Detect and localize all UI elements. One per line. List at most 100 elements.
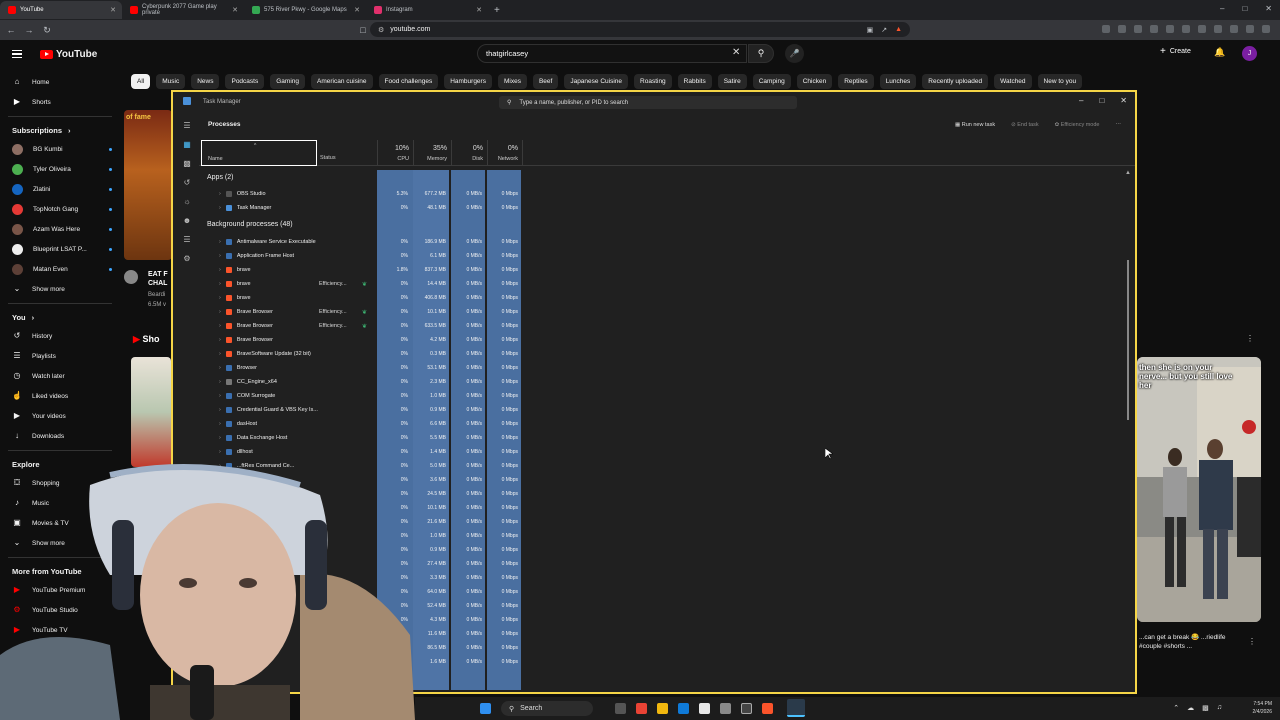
extension-icon[interactable] bbox=[1214, 25, 1222, 33]
extension-icon[interactable] bbox=[1118, 25, 1126, 33]
sidebar-item-watch-later[interactable]: ◷ Watch later bbox=[0, 366, 120, 386]
app-history-icon[interactable]: ↺ bbox=[182, 178, 192, 188]
minimize-icon[interactable]: – bbox=[1220, 4, 1224, 13]
filter-chip[interactable]: News bbox=[191, 74, 220, 89]
background-process-row[interactable]: › Application Frame Host 0% 6.1 MB 0 MB/s 0 M… bbox=[199, 250, 529, 264]
filter-chip[interactable]: All bbox=[131, 74, 151, 89]
sidebar-item-subscription[interactable]: Blueprint LSAT P... bbox=[0, 239, 120, 259]
short-video-thumbnail[interactable]: then she is on your nerve... but you sti… bbox=[1137, 357, 1261, 622]
store-icon[interactable] bbox=[699, 703, 710, 714]
process-search-input[interactable]: ⚲ Type a name, publisher, or PID to sear… bbox=[499, 96, 797, 109]
sidebar-item-shorts[interactable]: ▶ Shorts bbox=[0, 92, 120, 112]
sidebar-item-subscription[interactable]: Matan Even bbox=[0, 259, 120, 279]
filter-chip[interactable]: Lunches bbox=[879, 74, 917, 89]
filter-chip[interactable]: Podcasts bbox=[225, 74, 265, 89]
chevron-right-icon[interactable]: › bbox=[219, 191, 221, 197]
voice-search-button[interactable]: 🎤 bbox=[785, 44, 804, 63]
chevron-right-icon[interactable]: › bbox=[219, 205, 221, 211]
onedrive-icon[interactable]: ☁ bbox=[1187, 704, 1194, 712]
background-process-row[interactable]: › Browser 0% 53.1 MB 0 MB/s 0 Mbps bbox=[199, 362, 529, 376]
more-options-icon[interactable]: ⋮ bbox=[1246, 334, 1254, 343]
minimize-icon[interactable]: – bbox=[1079, 96, 1083, 105]
task-view-icon[interactable] bbox=[615, 703, 626, 714]
app-process-row[interactable]: › OBS Studio 5.3% 677.2 MB 0 MB/s 0 Mbps bbox=[199, 188, 529, 202]
sidebar-item-subscription[interactable]: Zlatini bbox=[0, 179, 120, 199]
back-icon[interactable]: ← bbox=[4, 25, 18, 35]
filter-chip[interactable]: Food challenges bbox=[378, 74, 439, 89]
startup-apps-icon[interactable]: ☼ bbox=[182, 197, 192, 207]
bookmark-icon[interactable]: □ bbox=[356, 25, 370, 35]
network-icon[interactable]: ▩ bbox=[1202, 704, 1209, 712]
settings-icon[interactable] bbox=[720, 703, 731, 714]
performance-icon[interactable]: ▩ bbox=[182, 159, 192, 169]
filter-chip[interactable]: American cuisine bbox=[311, 74, 373, 89]
sidebar-item-liked-videos[interactable]: ☝ Liked videos bbox=[0, 386, 120, 406]
taskbar-search-box[interactable]: ⚲ Search bbox=[501, 701, 593, 716]
clock[interactable]: 7:54 PM 2/4/2026 bbox=[1253, 700, 1272, 716]
background-process-row[interactable]: › Brave Browser Efficiency... ❦ 0% 10.1 MB 0 M… bbox=[199, 306, 529, 320]
volume-icon[interactable]: ♫ bbox=[1217, 704, 1222, 712]
brave-icon[interactable] bbox=[762, 703, 773, 714]
filter-chip[interactable]: New to you bbox=[1037, 74, 1083, 89]
you-heading[interactable]: You › bbox=[0, 308, 120, 326]
column-header-name[interactable]: ^ Name bbox=[201, 140, 317, 166]
filter-chip[interactable]: Recently uploaded bbox=[922, 74, 989, 89]
address-bar[interactable]: ⚙ youtube.com ▣ ↗ ▲ bbox=[370, 22, 910, 37]
hamburger-menu-icon[interactable] bbox=[12, 50, 22, 58]
close-tab-icon[interactable]: ✕ bbox=[476, 6, 482, 14]
reload-icon[interactable]: ↻ bbox=[40, 25, 54, 36]
apps-group-header[interactable]: Apps (2) bbox=[207, 174, 233, 181]
short-thumbnail[interactable] bbox=[131, 357, 171, 467]
filter-chip[interactable]: Watched bbox=[994, 74, 1032, 89]
background-process-row[interactable]: › dasHost 0% 6.6 MB 0 MB/s 0 Mbps bbox=[199, 418, 529, 432]
search-input[interactable]: thatgirlcasey bbox=[477, 44, 747, 63]
filter-chip[interactable]: Music bbox=[156, 74, 186, 89]
process-list-scrollbar[interactable]: ▲ bbox=[1125, 170, 1131, 690]
sidebar-item-playlists[interactable]: ☰ Playlists bbox=[0, 346, 120, 366]
filter-chip[interactable]: Satire bbox=[717, 74, 747, 89]
browser-tab[interactable]: YouTube ✕ bbox=[0, 1, 122, 19]
sidebar-item-subscription[interactable]: Azam Was Here bbox=[0, 219, 120, 239]
obs-icon[interactable] bbox=[741, 703, 752, 714]
chevron-right-icon[interactable]: › bbox=[219, 351, 221, 357]
account-avatar[interactable]: J bbox=[1242, 46, 1257, 61]
background-process-row[interactable]: › brave Efficiency... ❦ 0% 14.4 MB 0 MB/s 0 Mbp… bbox=[199, 278, 529, 292]
background-process-row[interactable]: › Antimalware Service Executable 0% 186.9 M… bbox=[199, 236, 529, 250]
sidebar-item-downloads[interactable]: ↓ Downloads bbox=[0, 426, 120, 446]
sidebar-item-subscription[interactable]: TopNotch Gang bbox=[0, 199, 120, 219]
column-header-cpu[interactable]: 10% CPU bbox=[377, 140, 413, 166]
efficiency-mode-button[interactable]: ✿ Efficiency mode bbox=[1055, 122, 1100, 128]
chevron-right-icon[interactable]: › bbox=[219, 435, 221, 441]
background-group-header[interactable]: Background processes (48) bbox=[207, 221, 293, 228]
app-process-row[interactable]: › Task Manager 0% 48.1 MB 0 MB/s 0 Mbps bbox=[199, 202, 529, 216]
chevron-right-icon[interactable]: › bbox=[219, 421, 221, 427]
background-process-row[interactable]: › Credential Guard & VBS Key Is... 0% 0.9 M… bbox=[199, 404, 529, 418]
create-button[interactable]: + Create bbox=[1160, 46, 1191, 57]
maximize-icon[interactable]: □ bbox=[1099, 96, 1104, 105]
copilot-icon[interactable] bbox=[636, 703, 647, 714]
processes-icon[interactable]: ▦ bbox=[182, 140, 192, 150]
browser-tab[interactable]: Cyberpunk 2077 Game play private ✕ bbox=[122, 1, 244, 19]
clear-search-icon[interactable]: ✕ bbox=[732, 47, 740, 58]
channel-name[interactable]: Beardi bbox=[148, 292, 165, 298]
background-process-row[interactable]: › BraveSoftware Update (32 bit) 0% 0.3 MB 0 … bbox=[199, 348, 529, 362]
task-manager-taskbar-icon[interactable] bbox=[787, 699, 805, 717]
column-header-disk[interactable]: 0% Disk bbox=[451, 140, 487, 166]
details-icon[interactable]: ☰ bbox=[182, 235, 192, 245]
edge-icon[interactable] bbox=[678, 703, 689, 714]
run-new-task-button[interactable]: ▦ Run new task bbox=[955, 122, 995, 128]
browser-tab[interactable]: 575 River Pkwy - Google Maps ✕ bbox=[244, 1, 366, 19]
chevron-right-icon[interactable]: › bbox=[219, 323, 221, 329]
video-thumbnail[interactable]: of fame bbox=[124, 110, 172, 260]
chevron-right-icon[interactable]: › bbox=[219, 407, 221, 413]
show-more-button[interactable]: ⌄ Show more bbox=[0, 279, 120, 299]
chevron-right-icon[interactable]: › bbox=[219, 239, 221, 245]
services-icon[interactable]: ⚙ bbox=[182, 254, 192, 264]
file-explorer-icon[interactable] bbox=[657, 703, 668, 714]
video-title[interactable]: EAT F CHAL bbox=[148, 270, 172, 288]
sidebar-item-home[interactable]: ⌂ Home bbox=[0, 72, 120, 92]
background-process-row[interactable]: › COM Surrogate 0% 1.0 MB 0 MB/s 0 Mbps bbox=[199, 390, 529, 404]
column-header-memory[interactable]: 35% Memory bbox=[413, 140, 451, 166]
chevron-up-icon[interactable]: ⌃ bbox=[1173, 704, 1179, 712]
maximize-icon[interactable]: □ bbox=[1242, 4, 1247, 13]
